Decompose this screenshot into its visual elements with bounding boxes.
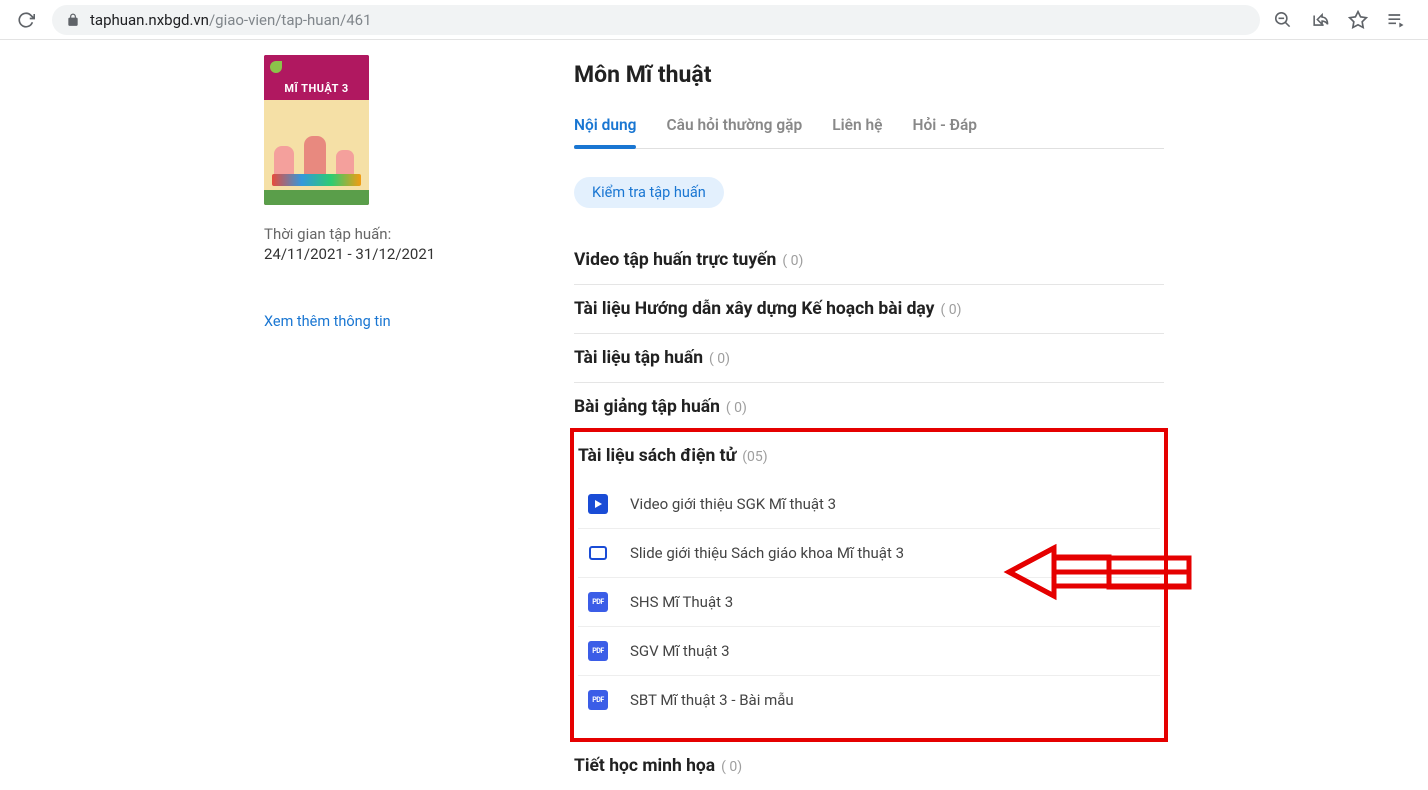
list-item[interactable]: PDF SBT Mĩ thuật 3 - Bài mẫu bbox=[578, 675, 1160, 724]
pdf-icon: PDF bbox=[588, 592, 608, 612]
tab-faq[interactable]: Câu hỏi thường gặp bbox=[666, 106, 802, 148]
section-count: ( 0) bbox=[726, 400, 747, 416]
zoom-out-icon bbox=[1273, 10, 1292, 29]
slide-icon bbox=[588, 543, 608, 563]
bookmark-button[interactable] bbox=[1346, 8, 1370, 32]
section-doc-plan[interactable]: Tài liệu Hướng dẫn xây dựng Kế hoạch bài… bbox=[574, 285, 1164, 334]
section-title: Tài liệu Hướng dẫn xây dựng Kế hoạch bài… bbox=[574, 299, 934, 319]
list-item[interactable]: Slide giới thiệu Sách giáo khoa Mĩ thuật… bbox=[578, 528, 1160, 577]
section-video-online[interactable]: Video tập huấn trực tuyến ( 0) bbox=[574, 236, 1164, 285]
zoom-button[interactable] bbox=[1270, 8, 1294, 32]
section-title: Bài giảng tập huấn bbox=[574, 397, 720, 417]
section-title: Tài liệu sách điện tử bbox=[578, 446, 736, 466]
browser-toolbar: taphuan.nxbgd.vn/giao-vien/tap-huan/461 bbox=[0, 0, 1428, 40]
highlight-annotation: Tài liệu sách điện tử (05) Video giới th… bbox=[570, 428, 1168, 742]
page-title: Môn Mĩ thuật bbox=[574, 61, 1164, 88]
item-label: Video giới thiệu SGK Mĩ thuật 3 bbox=[630, 495, 836, 513]
section-title: Video tập huấn trực tuyến bbox=[574, 250, 776, 270]
section-count: ( 0) bbox=[709, 351, 730, 367]
address-bar[interactable]: taphuan.nxbgd.vn/giao-vien/tap-huan/461 bbox=[52, 5, 1260, 35]
item-label: SHS Mĩ Thuật 3 bbox=[630, 593, 733, 611]
share-button[interactable] bbox=[1308, 8, 1332, 32]
pdf-icon: PDF bbox=[588, 690, 608, 710]
reload-button[interactable] bbox=[10, 4, 42, 36]
section-demo[interactable]: Tiết học minh họa ( 0) bbox=[574, 742, 1164, 790]
play-icon bbox=[588, 494, 608, 514]
time-value: 24/11/2021 - 31/12/2021 bbox=[264, 245, 544, 263]
tabs: Nội dung Câu hỏi thường gặp Liên hệ Hỏi … bbox=[574, 106, 1164, 149]
share-icon bbox=[1311, 10, 1330, 29]
section-count: (05) bbox=[742, 449, 767, 465]
section-count: ( 0) bbox=[782, 253, 803, 269]
url-domain: taphuan.nxbgd.vn bbox=[90, 11, 209, 29]
pdf-icon: PDF bbox=[588, 641, 608, 661]
item-label: SBT Mĩ thuật 3 - Bài mẫu bbox=[630, 691, 794, 709]
section-doc-training[interactable]: Tài liệu tập huấn ( 0) bbox=[574, 334, 1164, 383]
list-item[interactable]: Video giới thiệu SGK Mĩ thuật 3 bbox=[578, 474, 1160, 528]
star-icon bbox=[1348, 10, 1368, 30]
playlist-icon bbox=[1386, 10, 1406, 30]
browser-actions bbox=[1270, 8, 1418, 32]
tab-content[interactable]: Nội dung bbox=[574, 106, 636, 148]
url-path: /giao-vien/tap-huan/461 bbox=[209, 11, 372, 29]
book-cover[interactable]: MĨ THUẬT 3 bbox=[264, 55, 369, 205]
section-ebook[interactable]: Tài liệu sách điện tử (05) Video giới th… bbox=[578, 432, 1160, 738]
url-text: taphuan.nxbgd.vn/giao-vien/tap-huan/461 bbox=[90, 11, 372, 29]
time-label: Thời gian tập huấn: bbox=[264, 225, 544, 243]
sidebar: MĨ THUẬT 3 Thời gian tập huấn: 24/11/202… bbox=[84, 55, 574, 790]
reload-icon bbox=[17, 11, 35, 29]
section-count: ( 0) bbox=[721, 759, 742, 775]
lock-icon bbox=[66, 13, 80, 27]
reading-list-button[interactable] bbox=[1384, 8, 1408, 32]
exam-chip[interactable]: Kiểm tra tập huấn bbox=[574, 177, 724, 208]
section-title: Tiết học minh họa bbox=[574, 756, 715, 776]
ebook-item-list: Video giới thiệu SGK Mĩ thuật 3 Slide gi… bbox=[578, 474, 1160, 724]
list-item[interactable]: PDF SGV Mĩ thuật 3 bbox=[578, 626, 1160, 675]
list-item[interactable]: PDF SHS Mĩ Thuật 3 bbox=[578, 577, 1160, 626]
section-lecture[interactable]: Bài giảng tập huấn ( 0) bbox=[574, 383, 1164, 432]
main-content: Môn Mĩ thuật Nội dung Câu hỏi thường gặp… bbox=[574, 55, 1344, 790]
section-count: ( 0) bbox=[940, 302, 961, 318]
section-title: Tài liệu tập huấn bbox=[574, 348, 703, 368]
tab-contact[interactable]: Liên hệ bbox=[832, 106, 882, 148]
more-info-link[interactable]: Xem thêm thông tin bbox=[264, 313, 544, 330]
item-label: SGV Mĩ thuật 3 bbox=[630, 642, 730, 660]
tab-qa[interactable]: Hỏi - Đáp bbox=[912, 106, 977, 148]
item-label: Slide giới thiệu Sách giáo khoa Mĩ thuật… bbox=[630, 544, 904, 562]
